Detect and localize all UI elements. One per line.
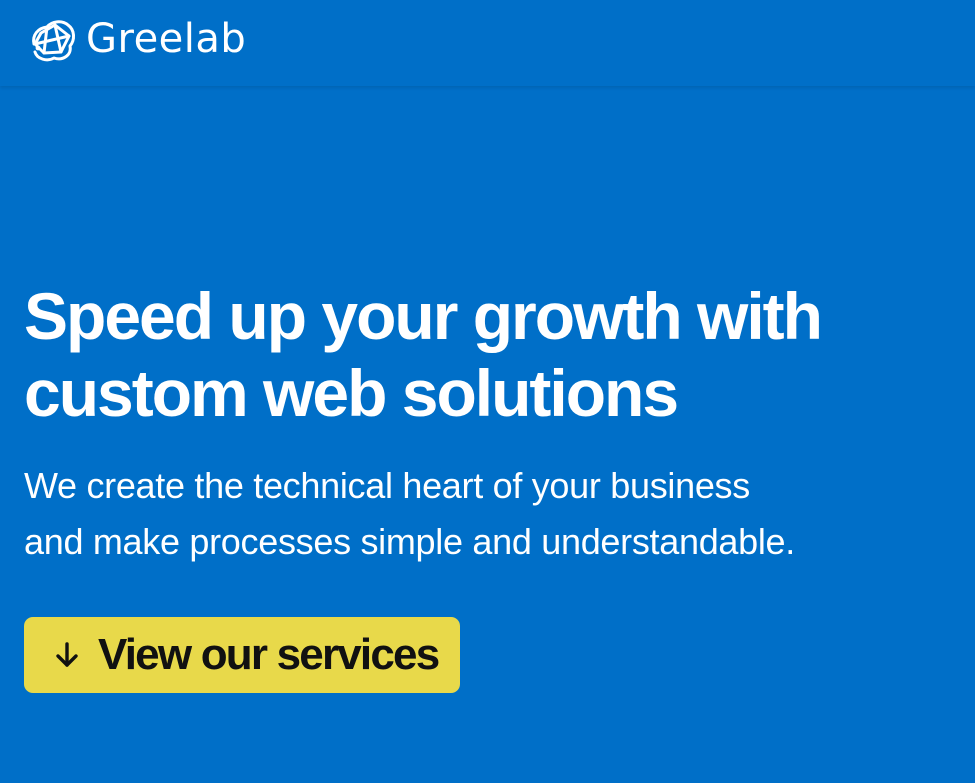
hero-section: Speed up your growth with custom web sol… (24, 278, 944, 570)
hero-title-line-1: Speed up your growth with (24, 279, 823, 353)
greelab-logo-icon (32, 20, 75, 62)
hero-subtitle-line-1: We create the technical heart of your bu… (24, 465, 750, 506)
page: Greelab Speed up your growth with custom… (0, 0, 975, 783)
view-services-label: View our services (98, 630, 440, 679)
logo-text: Greelab (86, 16, 247, 62)
hero-subtitle: We create the technical heart of your bu… (24, 458, 944, 570)
view-services-button[interactable]: View our services (24, 617, 460, 693)
hero-title-line-2: custom web solutions (24, 356, 679, 430)
hero-title: Speed up your growth with custom web sol… (24, 278, 944, 432)
logo-link[interactable]: Greelab (26, 14, 246, 64)
site-header: Greelab (0, 0, 975, 86)
arrow-down-icon (56, 642, 78, 667)
hero-subtitle-line-2: and make processes simple and understand… (24, 521, 795, 562)
